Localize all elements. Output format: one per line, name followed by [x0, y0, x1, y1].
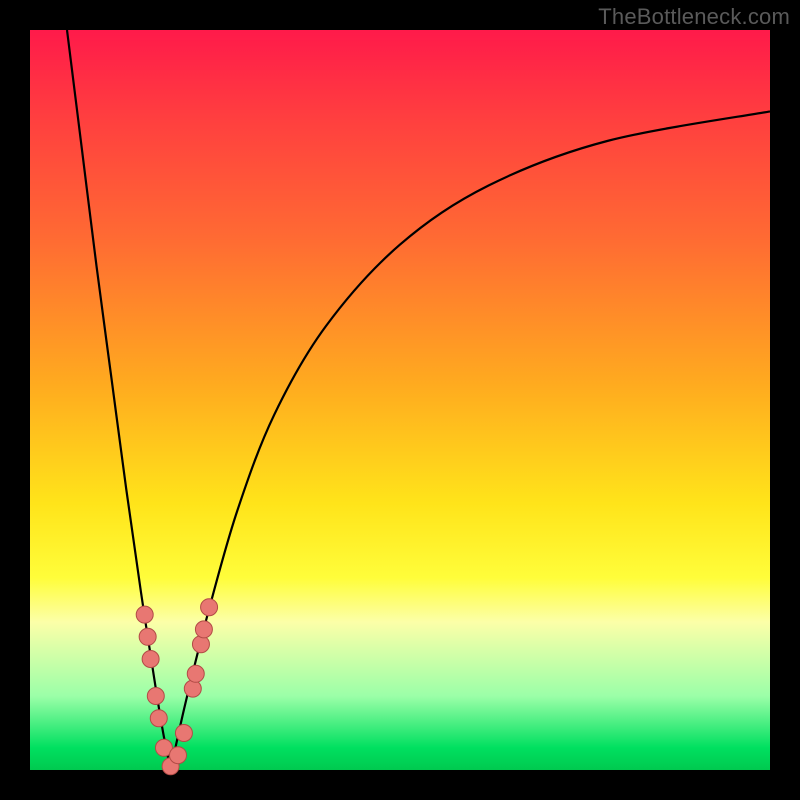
chart-frame: TheBottleneck.com	[0, 0, 800, 800]
scatter-dot	[184, 680, 201, 697]
scatter-dot	[139, 628, 156, 645]
scatter-dot	[175, 725, 192, 742]
scatter-dot	[201, 599, 218, 616]
scatter-dot	[170, 747, 187, 764]
plot-area	[30, 30, 770, 770]
chart-svg	[30, 30, 770, 770]
scatter-dot	[142, 651, 159, 668]
scatter-points	[136, 599, 217, 775]
watermark-text: TheBottleneck.com	[598, 4, 790, 30]
scatter-dot	[147, 688, 164, 705]
scatter-dot	[187, 665, 204, 682]
scatter-dot	[150, 710, 167, 727]
scatter-dot	[192, 636, 209, 653]
scatter-dot	[136, 606, 153, 623]
right-curve	[171, 111, 770, 770]
scatter-dot	[195, 621, 212, 638]
